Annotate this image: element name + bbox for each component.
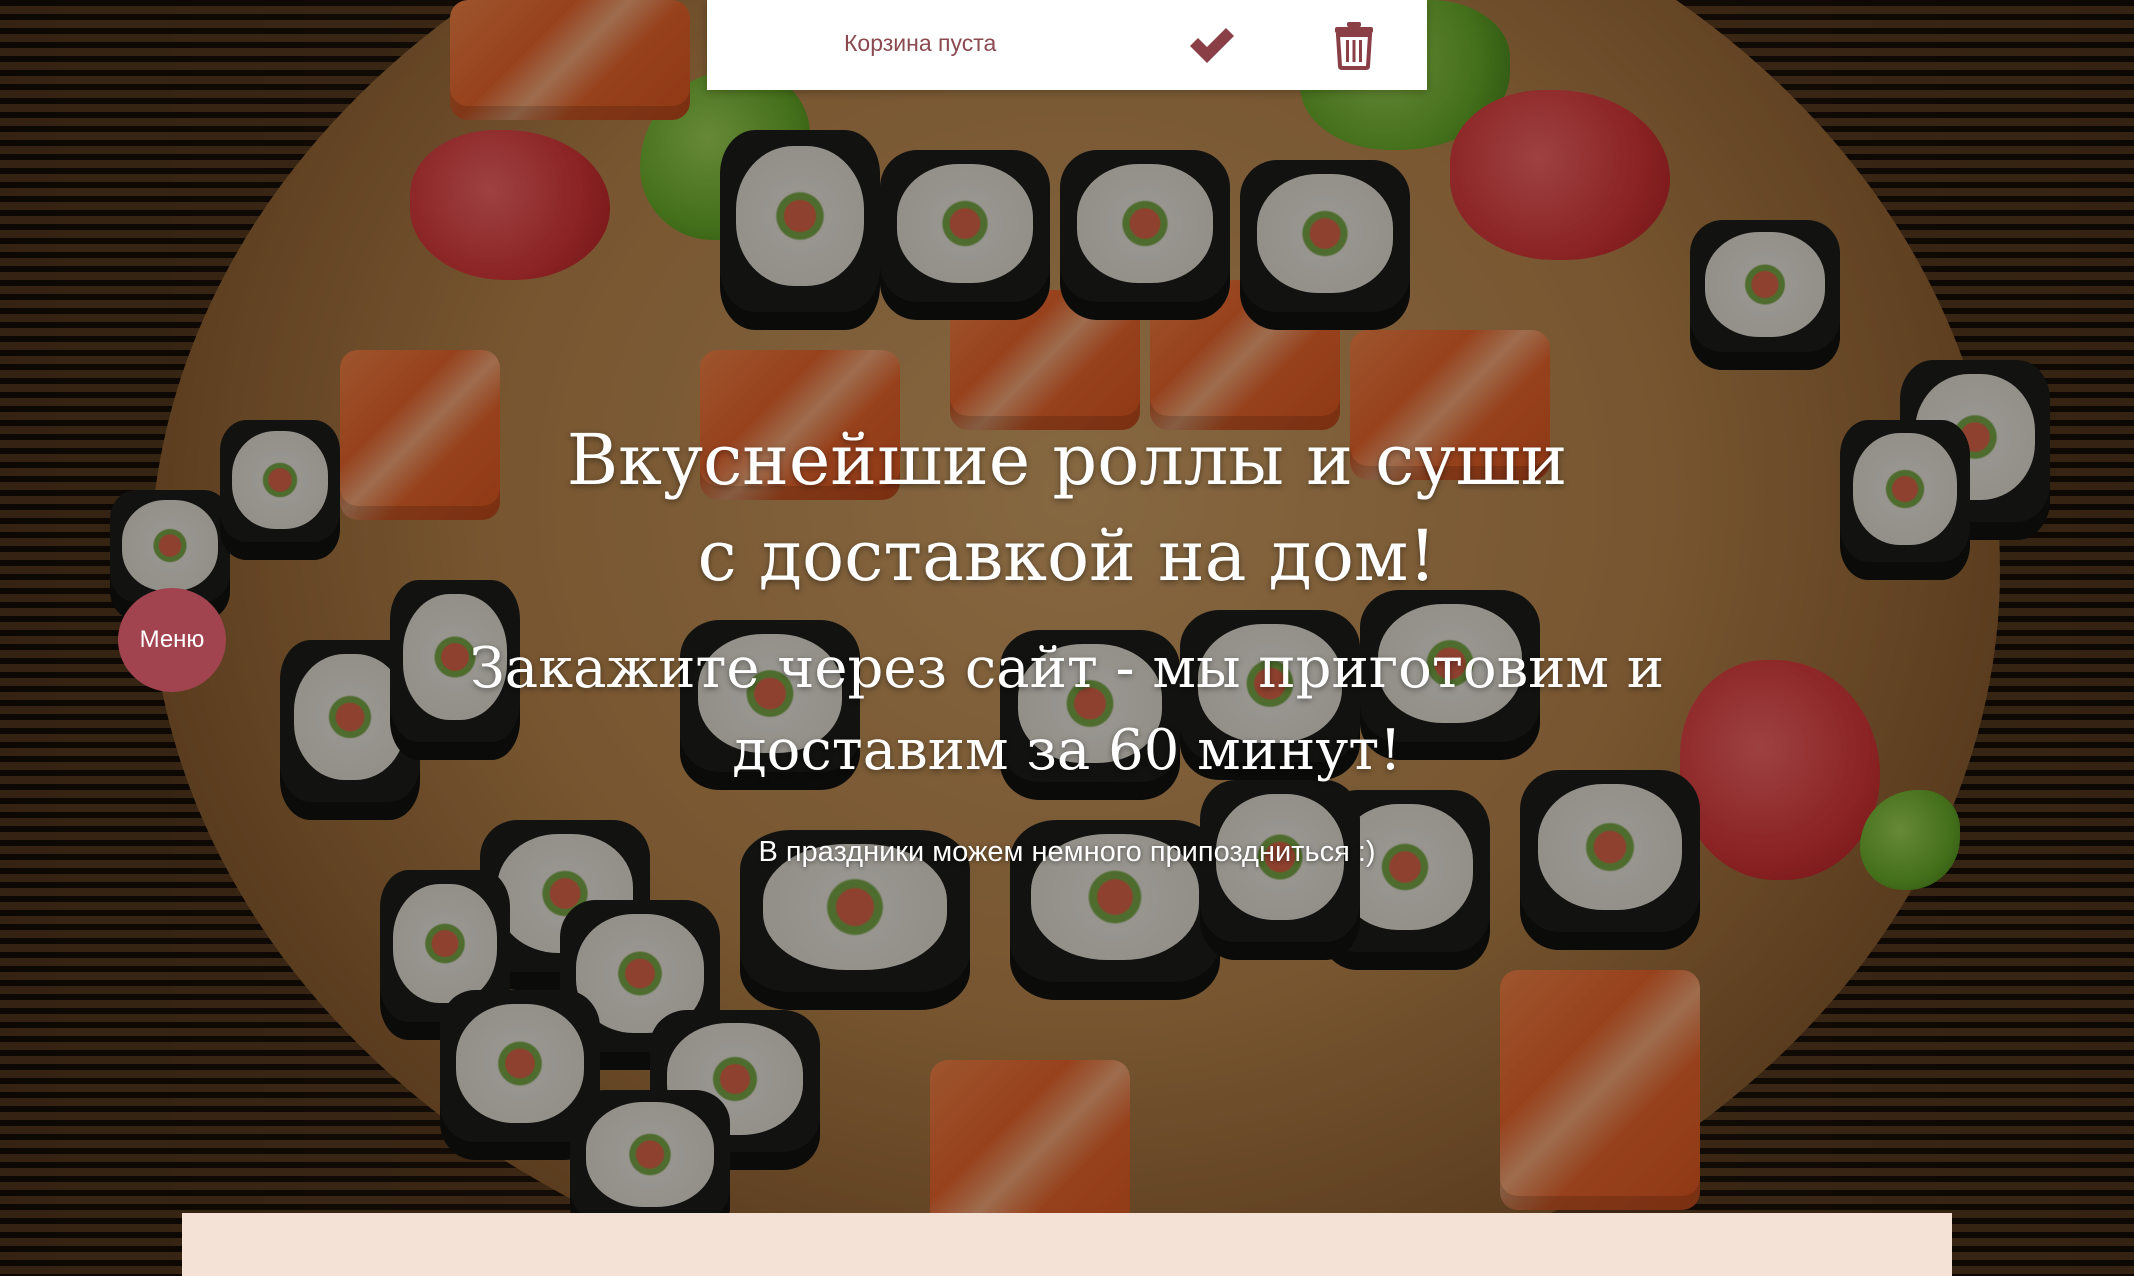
cart-status-text: Корзина пуста xyxy=(844,30,997,56)
checkmark-icon[interactable] xyxy=(1187,22,1237,68)
hero-subtitle-line-1: Закажите через сайт - мы приготовим и xyxy=(469,636,1665,701)
holiday-delay-note: В праздники можем немного припоздниться … xyxy=(758,836,1376,868)
hero-title: Вкуснейшие роллы и суши с доставкой на д… xyxy=(300,412,1834,604)
hero-title-line-2: с доставкой на дом! xyxy=(697,515,1437,597)
content-panel xyxy=(182,1213,1952,1276)
hero-title-line-1: Вкуснейшие роллы и суши xyxy=(566,419,1568,501)
hero-subtitle-line-2: доставим за 60 минут! xyxy=(732,718,1402,783)
checkmark-icon-svg xyxy=(1190,28,1234,63)
trash-icon[interactable] xyxy=(1333,20,1375,70)
hero-subtitle: Закажите через сайт - мы приготовим и до… xyxy=(300,628,1834,792)
cart-bar: Корзина пуста xyxy=(707,0,1427,90)
trash-icon-svg xyxy=(1335,22,1373,70)
menu-button[interactable]: Меню xyxy=(118,588,226,692)
